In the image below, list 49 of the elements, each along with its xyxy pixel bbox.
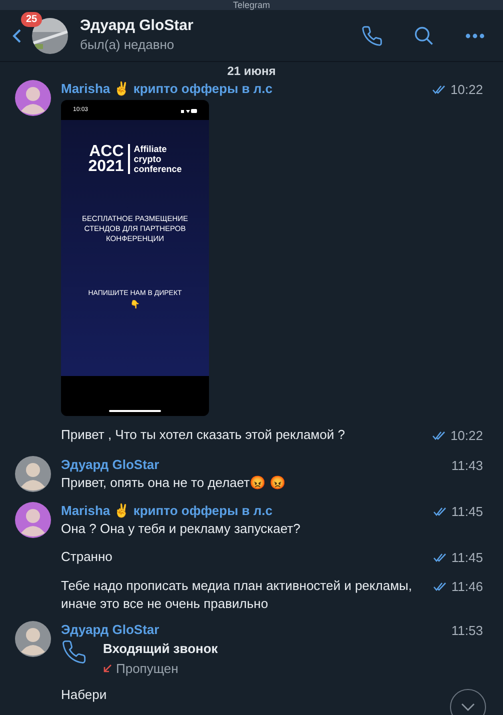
sender-name: Marisha ✌ крипто офферы в л.с [61,80,274,98]
logo-tagline: crypto [134,154,162,164]
avatar [15,502,51,538]
logo-year: 2021 [88,159,124,174]
message-time: 11:53 [451,622,483,640]
unread-badge: 25 [21,12,42,26]
sender-name: Marisha ✌ крипто офферы в л.с [61,502,274,520]
sender-name: Эдуард GloStar [61,456,160,474]
logo-acc: ACC [89,144,124,159]
more-button[interactable] [465,32,485,38]
message-time: 11:46 [451,578,483,596]
pointing-emoji: 👇 [130,300,140,310]
search-button[interactable] [413,24,435,46]
message-text: Набери [61,686,108,704]
message-text: Она ? Она у тебя и рекламу запускает? [61,520,302,538]
message-time: 10:22 [450,427,483,445]
home-indicator [109,410,161,412]
message-time: 11:45 [451,548,483,566]
message-time: 11:45 [451,502,483,520]
logo-tagline: conference [134,164,182,174]
chat-name: Эдуард GloStar [80,16,194,36]
date-separator: 21 июня [227,64,276,78]
chat-status: был(а) недавно [80,36,176,54]
avatar [15,621,51,657]
double-check-icon [433,582,448,592]
double-check-icon [432,85,446,94]
status-icons [181,108,197,112]
logo-tagline: Affiliate [134,144,168,154]
message-text: Привет, опять она не то делает😡 😡 [61,474,286,492]
message-text: Странно [61,548,114,566]
double-check-icon [432,431,446,440]
sender-name: Эдуард GloStar [61,621,160,639]
back-chevron-icon [12,28,22,44]
call-button[interactable] [361,24,383,46]
double-check-icon [433,506,448,516]
call-status: Пропущен [116,660,178,678]
phone-icon [61,639,87,665]
message-time: 11:43 [451,456,483,474]
avatar [15,80,51,116]
message-time: 10:22 [450,81,483,99]
message-text: Тебе надо прописать медиа план активностей и рекламы, иначе это все не очень правильно [61,577,413,613]
avatar [15,456,51,492]
missed-call-arrow-icon [103,664,112,673]
call-title: Входящий звонок [103,640,218,658]
window-title: Telegram [232,0,270,10]
scroll-down-button[interactable] [450,689,486,715]
message-text: Привет , Что ты хотел сказать этой рекламой ? [61,426,346,444]
chevron-down-icon [461,703,475,711]
double-check-icon [433,552,448,562]
